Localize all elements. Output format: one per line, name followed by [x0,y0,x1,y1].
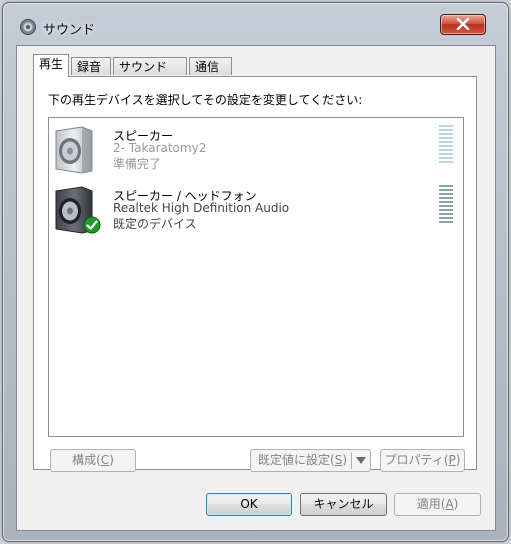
tab-communications[interactable]: 通信 [189,57,232,75]
ok-button[interactable]: OK [206,493,292,516]
chevron-down-icon[interactable] [356,457,366,465]
device-list: スピーカー 2- Takaratomy2 準備完了 スピーカー / ヘッドフォン… [48,117,464,437]
volume-meter [439,125,453,167]
dialog-client-area: 再生 録音 サウンド 通信 下の再生デバイスを選択してその設定を変更してください… [16,45,496,531]
tab-sounds[interactable]: サウンド [113,57,187,75]
tab-playback[interactable]: 再生 [33,54,69,77]
close-icon [456,18,470,30]
window-title: サウンド [43,23,96,38]
set-default-button[interactable]: 既定値に設定(S) [250,449,371,472]
apply-button[interactable]: 適用(A) [394,493,481,516]
device-item-speaker-takaratomy[interactable]: スピーカー 2- Takaratomy2 準備完了 [49,120,463,180]
properties-button[interactable]: プロパティ(P) [380,449,465,472]
tab-recording[interactable]: 録音 [71,57,111,75]
volume-meter [439,185,453,227]
device-status: 準備完了 [113,157,162,171]
speaker-icon [55,126,93,174]
sound-dialog-window: サウンド 再生 録音 サウンド 通信 下の再生デバイスを選択してその設定を変更し… [2,2,509,542]
device-driver: Realtek High Definition Audio [113,201,290,215]
instruction-text: 下の再生デバイスを選択してその設定を変更してください: [48,93,363,107]
close-button[interactable] [440,14,486,35]
device-status: 既定のデバイス [113,217,197,231]
sound-app-icon [20,19,36,35]
default-device-check-icon [83,216,101,234]
tab-panel-playback: 下の再生デバイスを選択してその設定を変更してください: スピーカー 2- Tak… [33,76,477,472]
configure-button[interactable]: 構成(C) [50,449,136,472]
device-driver: 2- Takaratomy2 [113,141,207,155]
cancel-button[interactable]: キャンセル [300,493,387,516]
device-item-speaker-headphones[interactable]: スピーカー / ヘッドフォン Realtek High Definition A… [49,180,463,240]
